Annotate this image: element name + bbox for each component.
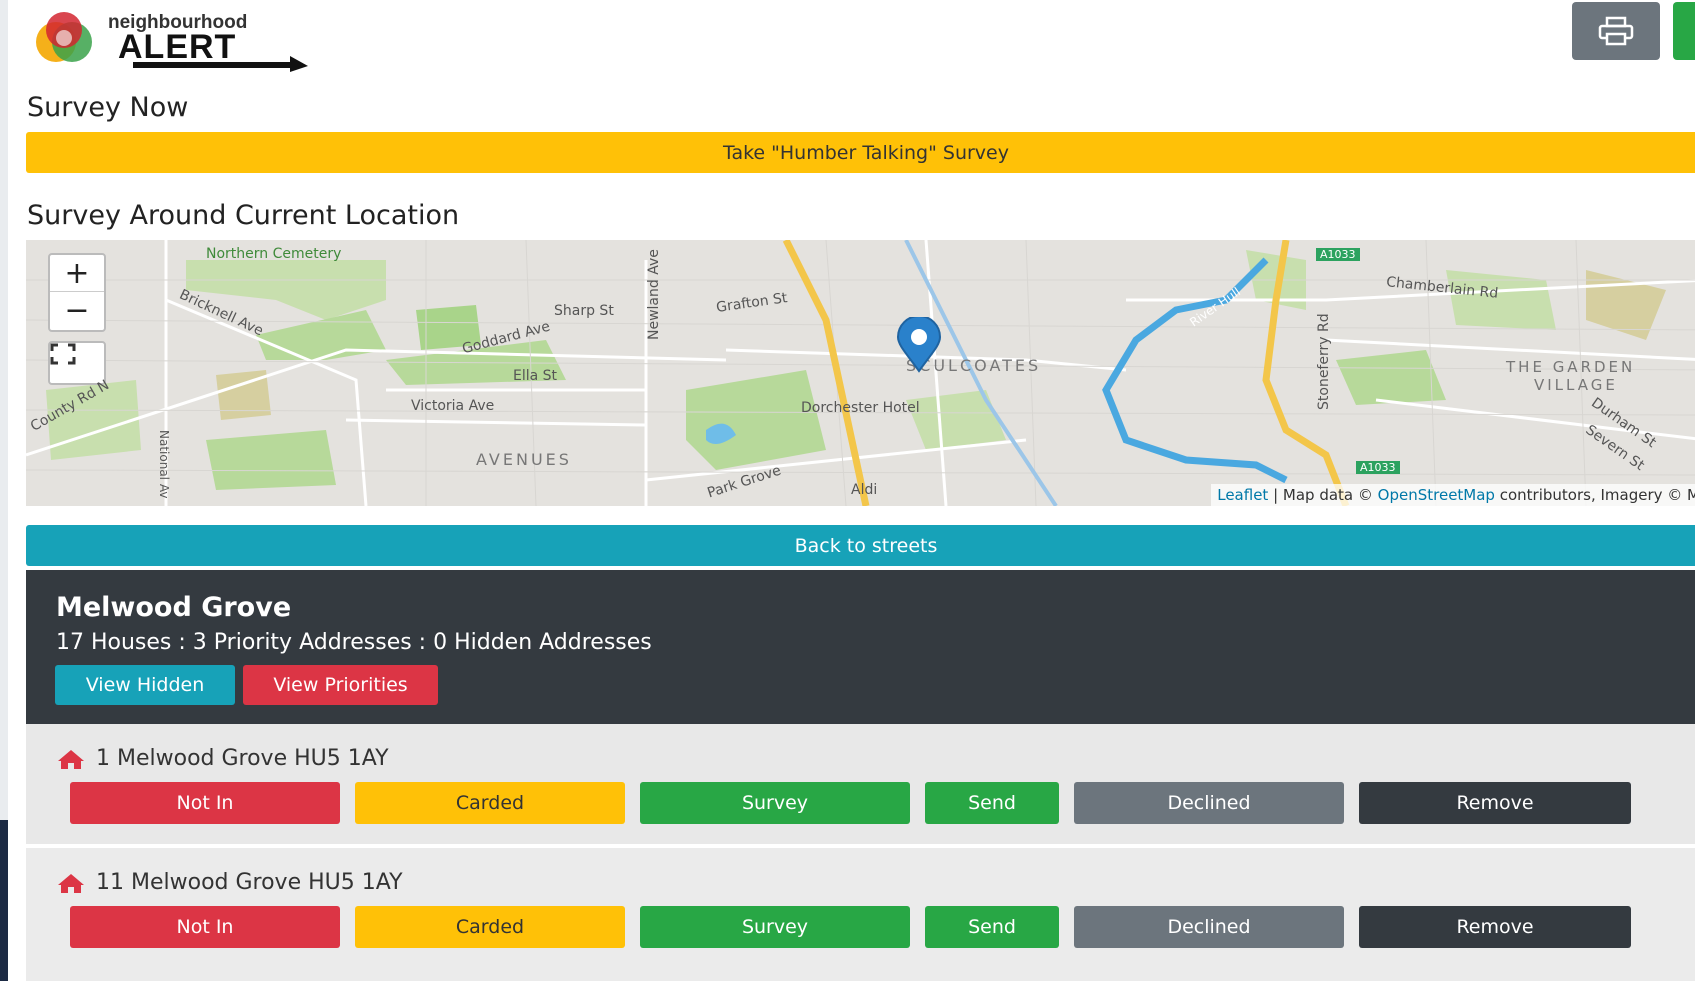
zoom-out-button[interactable]: − xyxy=(50,292,104,328)
map-label: National Av xyxy=(157,430,171,499)
survey-button[interactable]: Survey xyxy=(640,906,910,948)
map-label: A1033 xyxy=(1316,248,1360,261)
map-label: Northern Cemetery xyxy=(206,246,342,262)
survey-button[interactable]: Survey xyxy=(640,782,910,824)
map[interactable]: + − Northern Cemetery Bricknell Ave Shar… xyxy=(26,240,1695,506)
left-edge xyxy=(0,0,8,981)
home-icon xyxy=(58,749,84,769)
map-label: Stoneferry Rd xyxy=(1316,313,1332,410)
map-label: AVENUES xyxy=(476,450,572,469)
fullscreen-button[interactable] xyxy=(48,341,106,385)
declined-button[interactable]: Declined xyxy=(1074,906,1344,948)
carded-button[interactable]: Carded xyxy=(355,906,625,948)
address-row: 1 Melwood Grove HU5 1AY Not In Carded Su… xyxy=(26,724,1695,844)
osm-link[interactable]: OpenStreetMap xyxy=(1378,486,1495,504)
map-label: Ella St xyxy=(513,368,558,384)
declined-button[interactable]: Declined xyxy=(1074,782,1344,824)
address-row: 11 Melwood Grove HU5 1AY Not In Carded S… xyxy=(26,848,1695,981)
map-attribution: Leaflet | Map data © OpenStreetMap contr… xyxy=(1211,484,1695,506)
location-heading: Survey Around Current Location xyxy=(27,200,460,231)
street-name: Melwood Grove xyxy=(56,592,292,623)
street-stats: 17 Houses : 3 Priority Addresses : 0 Hid… xyxy=(56,630,652,655)
remove-button[interactable]: Remove xyxy=(1359,782,1631,824)
remove-button[interactable]: Remove xyxy=(1359,906,1631,948)
survey-now-heading: Survey Now xyxy=(27,92,189,123)
carded-button[interactable]: Carded xyxy=(355,782,625,824)
zoom-control: + − xyxy=(48,253,106,332)
address-line: 11 Melwood Grove HU5 1AY xyxy=(56,870,403,895)
map-label: VILLAGE xyxy=(1534,376,1618,394)
left-edge-dark xyxy=(0,820,8,981)
page: neighbourhood ALERT Survey Now Take "Hum… xyxy=(8,0,1695,981)
map-label: Sharp St xyxy=(554,303,614,319)
not-in-button[interactable]: Not In xyxy=(70,906,340,948)
map-label: Victoria Ave xyxy=(411,398,495,414)
map-label: Dorchester Hotel xyxy=(801,400,920,416)
attribution-rest: contributors, Imagery © M xyxy=(1494,486,1695,504)
send-button[interactable]: Send xyxy=(925,782,1059,824)
map-label: Newland Ave xyxy=(646,249,662,340)
send-button[interactable]: Send xyxy=(925,906,1059,948)
zoom-in-button[interactable]: + xyxy=(50,255,104,292)
map-marker-icon[interactable] xyxy=(896,317,942,373)
logo[interactable]: neighbourhood ALERT xyxy=(28,6,308,72)
leaflet-link[interactable]: Leaflet xyxy=(1217,486,1268,504)
print-icon xyxy=(1598,16,1634,46)
map-label: Aldi xyxy=(851,482,878,498)
header-green-button[interactable] xyxy=(1673,2,1695,60)
attribution-sep: | Map data © xyxy=(1268,486,1378,504)
not-in-button[interactable]: Not In xyxy=(70,782,340,824)
map-label: A1033 xyxy=(1356,461,1400,474)
view-priorities-button[interactable]: View Priorities xyxy=(243,665,438,705)
fullscreen-icon xyxy=(50,343,76,365)
map-label: THE GARDEN xyxy=(1506,358,1636,376)
view-hidden-button[interactable]: View Hidden xyxy=(55,665,235,705)
address-label: 11 Melwood Grove HU5 1AY xyxy=(96,870,403,895)
address-label: 1 Melwood Grove HU5 1AY xyxy=(96,746,389,771)
print-button[interactable] xyxy=(1572,2,1660,60)
logo-arrow-icon xyxy=(133,56,308,72)
back-to-streets-button[interactable]: Back to streets xyxy=(26,525,1695,566)
address-line: 1 Melwood Grove HU5 1AY xyxy=(56,746,389,771)
take-survey-button[interactable]: Take "Humber Talking" Survey xyxy=(26,132,1695,173)
street-panel: Melwood Grove 17 Houses : 3 Priority Add… xyxy=(26,570,1695,724)
home-icon xyxy=(58,873,84,893)
